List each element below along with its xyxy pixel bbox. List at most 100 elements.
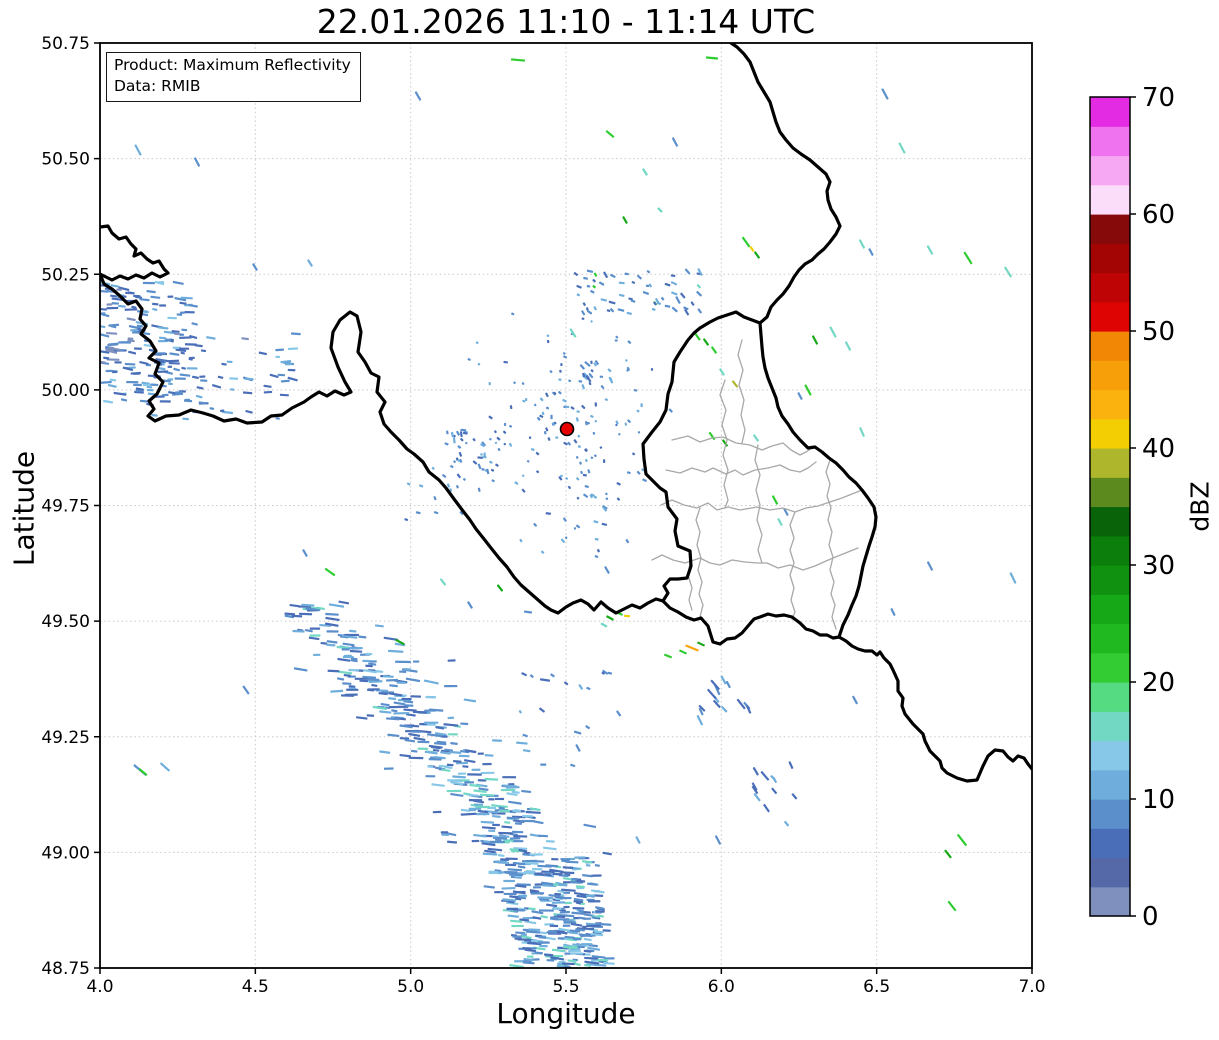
- echo-dash: [509, 895, 519, 899]
- echo-dash: [349, 649, 363, 653]
- echo-dash: [533, 403, 537, 407]
- colorbar-segment: [1090, 214, 1130, 244]
- echo-dash: [503, 443, 506, 446]
- echo-dash: [379, 750, 391, 754]
- echo-dash: [413, 736, 426, 741]
- echo-dash: [309, 634, 321, 637]
- page-title: 22.01.2026 11:10 - 11:14 UTC: [316, 2, 816, 41]
- colorbar-segment: [1090, 740, 1130, 771]
- echo-dash: [423, 679, 439, 685]
- echo-dash: [320, 641, 328, 645]
- echo-dash: [543, 430, 547, 435]
- echo-dash: [581, 384, 585, 390]
- echo-dash: [494, 441, 498, 445]
- echo-dash: [450, 431, 455, 438]
- echo-dash: [133, 372, 140, 375]
- echo-dash: [546, 903, 558, 908]
- echo-dash: [602, 851, 612, 856]
- echo-dash: [106, 331, 118, 335]
- echo-dash: [425, 696, 437, 699]
- echo-dash: [560, 538, 566, 543]
- colorbar-segment: [1090, 769, 1130, 800]
- y-tick-label: 49.75: [41, 497, 90, 517]
- colorbar-segment: [1090, 301, 1130, 332]
- echo-dash: [584, 448, 588, 452]
- echo-dash: [433, 511, 439, 515]
- echo-dash: [573, 937, 580, 941]
- echo-dash: [601, 522, 608, 526]
- echo-dash: [287, 368, 296, 372]
- echo-dash: [533, 522, 538, 527]
- echo-dash: [230, 388, 235, 391]
- echo-dash: [521, 474, 525, 477]
- echo-dash: [186, 367, 198, 370]
- colorbar-segment: [1090, 565, 1130, 595]
- colorbar-tick-label: 0: [1142, 902, 1159, 932]
- echo-dash: [285, 363, 293, 366]
- echo-dash: [542, 846, 557, 851]
- echo-dash: [568, 379, 572, 383]
- colorbar-segment: [1090, 97, 1130, 127]
- echo-dash: [107, 383, 117, 388]
- colorbar-tick-label: 30: [1142, 551, 1175, 581]
- echo-dash: [507, 914, 519, 918]
- echo-dash: [263, 390, 273, 394]
- echo-dash: [468, 794, 479, 797]
- echo-dash: [529, 853, 543, 856]
- echo-dash: [545, 392, 549, 398]
- echo-dash: [126, 317, 136, 322]
- echo-dash: [139, 399, 148, 403]
- echo-dash: [502, 776, 517, 779]
- colorbar-tick-label: 40: [1142, 434, 1175, 464]
- echo-dash: [604, 566, 610, 574]
- echo-dash: [550, 673, 555, 678]
- echo-dash: [580, 470, 583, 475]
- echo-dash: [506, 907, 519, 911]
- echo-dash: [616, 482, 621, 486]
- colorbar-segment: [1090, 506, 1130, 537]
- echo-dash: [405, 677, 421, 683]
- echo-dash: [536, 470, 540, 474]
- echo-dash: [146, 385, 153, 389]
- echo-dash: [293, 667, 308, 672]
- echo-dash: [512, 809, 522, 812]
- echo-dash: [530, 448, 535, 451]
- echo-dash: [697, 308, 702, 314]
- echo-dash: [618, 433, 621, 436]
- echo-dash: [124, 308, 138, 311]
- echo-dash: [196, 386, 204, 390]
- echo-dash: [457, 445, 462, 449]
- colorbar-segment: [1090, 477, 1130, 508]
- echo-dash: [604, 398, 608, 402]
- echo-dash: [606, 615, 614, 621]
- country-border: [729, 43, 842, 325]
- echo-dash: [410, 695, 421, 698]
- echo-dash: [480, 820, 495, 824]
- echo-dash: [444, 684, 458, 688]
- echo-dash: [594, 864, 600, 867]
- echo-dash: [488, 829, 496, 833]
- echo-dash: [627, 340, 632, 344]
- echo-dash: [516, 741, 528, 745]
- x-tick-label: 5.0: [397, 977, 424, 997]
- echo-dash: [460, 722, 469, 726]
- echo-dash: [113, 391, 127, 396]
- echo-dash: [963, 251, 973, 265]
- echo-dash: [179, 333, 185, 337]
- echo-dash: [583, 276, 588, 280]
- echo-dash: [116, 288, 122, 291]
- echo-dash: [507, 868, 523, 872]
- echo-dash: [597, 959, 609, 962]
- echo-dash: [388, 705, 402, 709]
- echo-dash: [491, 804, 498, 807]
- echo-dash: [859, 427, 865, 437]
- echo-dash: [146, 290, 156, 294]
- echo-dash: [754, 251, 760, 259]
- x-tick-label: 6.5: [863, 977, 890, 997]
- echo-dash: [432, 810, 442, 814]
- echo-dash: [134, 144, 142, 156]
- echo-dash: [489, 460, 493, 464]
- echo-dash: [463, 698, 477, 703]
- echo-dash: [600, 385, 605, 390]
- echo-dash: [521, 382, 525, 385]
